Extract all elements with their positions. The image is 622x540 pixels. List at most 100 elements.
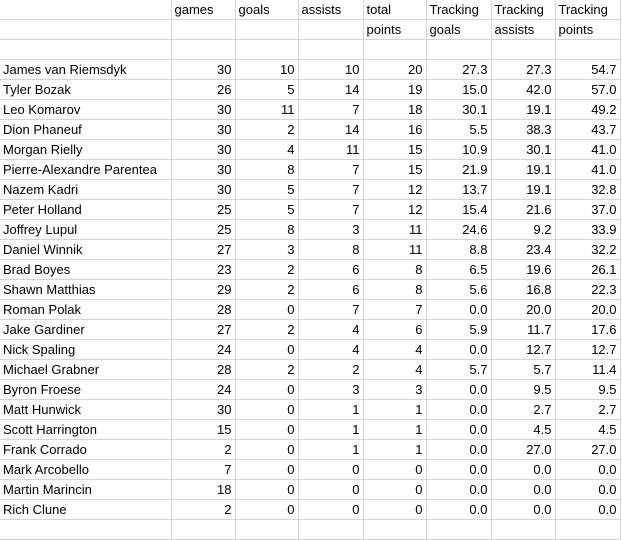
empty-cell[interactable]	[0, 519, 172, 540]
cell-player-name[interactable]: James van Riemsdyk	[0, 59, 172, 80]
cell-tracking-assists[interactable]: 16.8	[491, 279, 556, 300]
cell-goals[interactable]: 3	[235, 239, 299, 260]
cell-tracking-goals[interactable]: 13.7	[426, 179, 492, 200]
cell-games[interactable]: 27	[171, 239, 236, 260]
cell-total-points[interactable]: 4	[363, 339, 427, 360]
cell-assists[interactable]: 7	[298, 159, 364, 180]
cell-total-points[interactable]: 15	[363, 139, 427, 160]
cell-tracking-points[interactable]: 57.0	[555, 79, 621, 100]
header-cell-tracking-assists-2[interactable]: assists	[491, 19, 556, 40]
cell-tracking-points[interactable]: 41.0	[555, 139, 621, 160]
cell-player-name[interactable]: Leo Komarov	[0, 99, 172, 120]
cell-assists[interactable]: 14	[298, 79, 364, 100]
cell-total-points[interactable]: 15	[363, 159, 427, 180]
cell-tracking-points[interactable]: 54.7	[555, 59, 621, 80]
cell-total-points[interactable]: 19	[363, 79, 427, 100]
cell-total-points[interactable]: 3	[363, 379, 427, 400]
header-cell-assists[interactable]: assists	[298, 0, 364, 20]
cell-goals[interactable]: 2	[235, 259, 299, 280]
empty-cell[interactable]	[555, 519, 621, 540]
cell-player-name[interactable]: Pierre-Alexandre Parentea	[0, 159, 172, 180]
cell-total-points[interactable]: 1	[363, 419, 427, 440]
cell-tracking-points[interactable]: 49.2	[555, 99, 621, 120]
cell-tracking-goals[interactable]: 30.1	[426, 99, 492, 120]
cell-goals[interactable]: 2	[235, 359, 299, 380]
cell-tracking-points[interactable]: 20.0	[555, 299, 621, 320]
empty-cell[interactable]	[235, 519, 299, 540]
cell-games[interactable]: 30	[171, 399, 236, 420]
cell-tracking-assists[interactable]: 19.6	[491, 259, 556, 280]
cell-tracking-goals[interactable]: 0.0	[426, 499, 492, 520]
cell-goals[interactable]: 0	[235, 379, 299, 400]
cell-tracking-points[interactable]: 0.0	[555, 499, 621, 520]
cell-tracking-goals[interactable]: 0.0	[426, 399, 492, 420]
cell-assists[interactable]: 7	[298, 199, 364, 220]
cell-assists[interactable]: 7	[298, 99, 364, 120]
cell-tracking-assists[interactable]: 42.0	[491, 79, 556, 100]
cell-goals[interactable]: 5	[235, 199, 299, 220]
cell-tracking-goals[interactable]: 0.0	[426, 459, 492, 480]
header-cell-tracking-goals[interactable]: Tracking	[426, 0, 492, 20]
cell-assists[interactable]: 7	[298, 299, 364, 320]
cell-goals[interactable]: 0	[235, 339, 299, 360]
cell-games[interactable]: 23	[171, 259, 236, 280]
cell-player-name[interactable]: Byron Froese	[0, 379, 172, 400]
cell-goals[interactable]: 0	[235, 299, 299, 320]
cell-goals[interactable]: 0	[235, 439, 299, 460]
cell-tracking-assists[interactable]: 0.0	[491, 479, 556, 500]
cell-tracking-goals[interactable]: 24.6	[426, 219, 492, 240]
cell-games[interactable]: 30	[171, 119, 236, 140]
cell-goals[interactable]: 5	[235, 179, 299, 200]
cell-tracking-goals[interactable]: 0.0	[426, 299, 492, 320]
cell-tracking-points[interactable]: 22.3	[555, 279, 621, 300]
header-cell-total-points-2[interactable]: points	[363, 19, 427, 40]
cell-goals[interactable]: 0	[235, 499, 299, 520]
cell-assists[interactable]: 8	[298, 239, 364, 260]
cell-tracking-goals[interactable]: 8.8	[426, 239, 492, 260]
cell-tracking-goals[interactable]: 0.0	[426, 379, 492, 400]
cell-games[interactable]: 30	[171, 59, 236, 80]
cell-total-points[interactable]: 12	[363, 179, 427, 200]
cell-tracking-goals[interactable]: 5.5	[426, 119, 492, 140]
cell-tracking-assists[interactable]: 4.5	[491, 419, 556, 440]
cell-player-name[interactable]: Jake Gardiner	[0, 319, 172, 340]
cell-tracking-points[interactable]: 27.0	[555, 439, 621, 460]
cell-goals[interactable]: 5	[235, 79, 299, 100]
cell-goals[interactable]: 4	[235, 139, 299, 160]
cell-assists[interactable]: 14	[298, 119, 364, 140]
cell-total-points[interactable]: 11	[363, 219, 427, 240]
cell-tracking-points[interactable]: 41.0	[555, 159, 621, 180]
cell-player-name[interactable]: Roman Polak	[0, 299, 172, 320]
cell-tracking-goals[interactable]: 5.6	[426, 279, 492, 300]
cell-total-points[interactable]: 11	[363, 239, 427, 260]
cell-games[interactable]: 26	[171, 79, 236, 100]
cell-games[interactable]: 18	[171, 479, 236, 500]
header-cell[interactable]	[235, 19, 299, 40]
cell-player-name[interactable]: Matt Hunwick	[0, 399, 172, 420]
cell-tracking-points[interactable]: 4.5	[555, 419, 621, 440]
empty-cell[interactable]	[555, 39, 621, 60]
cell-tracking-assists[interactable]: 27.3	[491, 59, 556, 80]
cell-tracking-goals[interactable]: 6.5	[426, 259, 492, 280]
header-cell-tracking-points-2[interactable]: points	[555, 19, 621, 40]
cell-player-name[interactable]: Nazem Kadri	[0, 179, 172, 200]
cell-total-points[interactable]: 0	[363, 499, 427, 520]
cell-games[interactable]: 25	[171, 219, 236, 240]
cell-player-name[interactable]: Daniel Winnik	[0, 239, 172, 260]
cell-player-name[interactable]: Martin Marincin	[0, 479, 172, 500]
empty-cell[interactable]	[298, 39, 364, 60]
cell-games[interactable]: 15	[171, 419, 236, 440]
cell-goals[interactable]: 10	[235, 59, 299, 80]
cell-games[interactable]: 28	[171, 359, 236, 380]
cell-games[interactable]: 2	[171, 439, 236, 460]
cell-tracking-assists[interactable]: 19.1	[491, 159, 556, 180]
cell-games[interactable]: 28	[171, 299, 236, 320]
cell-games[interactable]: 30	[171, 159, 236, 180]
cell-player-name[interactable]: Mark Arcobello	[0, 459, 172, 480]
cell-assists[interactable]: 0	[298, 499, 364, 520]
cell-games[interactable]: 2	[171, 499, 236, 520]
header-cell[interactable]	[0, 19, 172, 40]
cell-total-points[interactable]: 1	[363, 399, 427, 420]
cell-tracking-points[interactable]: 26.1	[555, 259, 621, 280]
cell-tracking-goals[interactable]: 5.7	[426, 359, 492, 380]
